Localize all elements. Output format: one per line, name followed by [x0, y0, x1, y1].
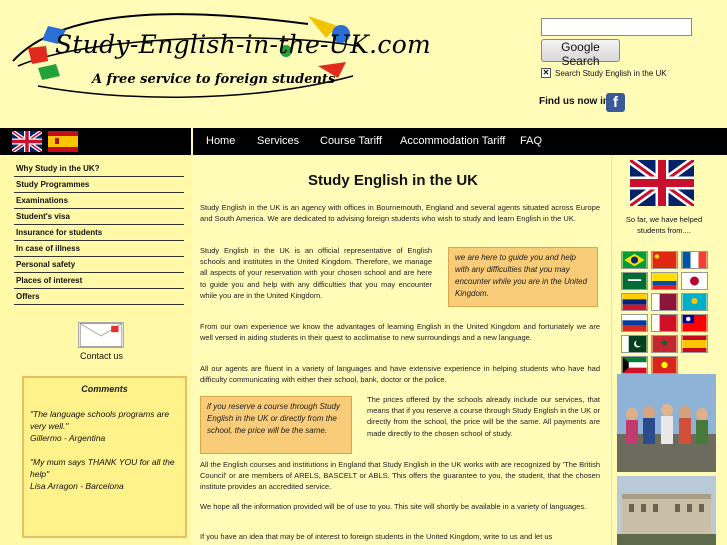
- comments-title: Comments: [81, 384, 128, 394]
- search-scope-label: Search Study English in the UK: [555, 68, 667, 78]
- buckingham-palace-photo: [617, 476, 716, 545]
- sidebar-item-students-visa[interactable]: Student's visa: [14, 209, 184, 225]
- japan-flag-icon: [681, 272, 708, 290]
- kuwait-flag-icon: [621, 356, 648, 374]
- logo-tagline: A free service to foreign students: [92, 72, 336, 87]
- envelope-icon[interactable]: [78, 322, 124, 348]
- comment-quote: "My mum says THANK YOU for all the help": [30, 457, 175, 479]
- paragraph-experience: From our own experience we know the adva…: [200, 322, 600, 343]
- sidebar-item-personal-safety[interactable]: Personal safety: [14, 257, 184, 273]
- comment-quote: "The language schools programs are very …: [30, 409, 170, 431]
- checkbox-checked-icon[interactable]: ✕: [541, 68, 551, 78]
- uk-flag-icon[interactable]: [12, 131, 42, 152]
- search-input[interactable]: [541, 18, 692, 36]
- helped-students-label: So far, we have helped students from....: [625, 215, 703, 235]
- sidebar-item-examinations[interactable]: Examinations: [14, 193, 184, 209]
- kazakhstan-flag-icon: [681, 293, 708, 311]
- logo-title: Study-English-in-the-UK.com: [55, 30, 432, 59]
- paragraph-intro: Study English in the UK is an agency wit…: [200, 203, 600, 224]
- find-us-label: Find us now in: [539, 96, 609, 107]
- bahrain-flag-icon: [651, 314, 678, 332]
- comment-author: Lisa Arragon - Barcelona: [30, 481, 124, 491]
- saudi-arabia-flag-icon: [621, 272, 648, 290]
- nav-course-tariff[interactable]: Course Tariff: [320, 135, 382, 147]
- sidebar-item-offers[interactable]: Offers: [14, 289, 184, 305]
- venezuela-flag-icon: [621, 293, 648, 311]
- callout-guide: we are here to guide you and help with a…: [448, 247, 598, 307]
- vietnam-flag-icon: [651, 356, 678, 374]
- sidebar-item-why-study[interactable]: Why Study in the UK?: [14, 161, 184, 177]
- morocco-flag-icon: [651, 335, 678, 353]
- nav-services[interactable]: Services: [257, 135, 299, 147]
- comment-author: Gillermo - Argentina: [30, 433, 106, 443]
- callout-price: if you reserve a course through Study En…: [200, 396, 352, 454]
- spain-flag-icon[interactable]: [48, 131, 78, 152]
- paragraph-representative: Study English in the UK is an official r…: [200, 246, 432, 300]
- nav-home[interactable]: Home: [206, 135, 235, 147]
- nav-faq[interactable]: FAQ: [520, 135, 542, 147]
- nav-divider: [191, 128, 193, 155]
- students-group-photo: [617, 374, 716, 472]
- page-title: Study English in the UK: [308, 172, 479, 189]
- sidebar-item-insurance[interactable]: Insurance for students: [14, 225, 184, 241]
- paragraph-ideas: If you have an idea that may be of inter…: [200, 532, 553, 541]
- qatar-flag-icon: [651, 293, 678, 311]
- paragraph-agents: All our agents are fluent in a variety o…: [200, 364, 600, 385]
- facebook-icon[interactable]: f: [606, 93, 625, 112]
- nav-accommodation-tariff[interactable]: Accommodation Tariff: [400, 135, 505, 147]
- sidebar-item-illness[interactable]: In case of illness: [14, 241, 184, 257]
- sidebar-item-study-programmes[interactable]: Study Programmes: [14, 177, 184, 193]
- paragraph-accredited: All the English courses and institutions…: [200, 460, 600, 492]
- google-search-button[interactable]: Google Search: [541, 39, 620, 68]
- paragraph-hope: We hope all the information provided wil…: [200, 502, 587, 511]
- pakistan-flag-icon: [621, 335, 648, 353]
- spain-flag-icon: [681, 335, 708, 353]
- comments-box: Comments "The language schools programs …: [22, 376, 187, 538]
- uk-flag-icon: [630, 160, 694, 206]
- search-scope-option[interactable]: ✕ Search Study English in the UK: [541, 68, 667, 78]
- brazil-flag-icon: [621, 251, 648, 269]
- paragraph-prices: The prices offered by the schools alread…: [367, 395, 600, 438]
- france-flag-icon: [681, 251, 708, 269]
- sidebar-item-places-of-interest[interactable]: Places of interest: [14, 273, 184, 289]
- contact-us-link[interactable]: Contact us: [80, 351, 123, 361]
- russia-flag-icon: [621, 314, 648, 332]
- site-header: Study-English-in-the-UK.com A free servi…: [0, 0, 727, 128]
- taiwan-flag-icon: [681, 314, 708, 332]
- china-flag-icon: [651, 251, 678, 269]
- ecuador-flag-icon: [651, 272, 678, 290]
